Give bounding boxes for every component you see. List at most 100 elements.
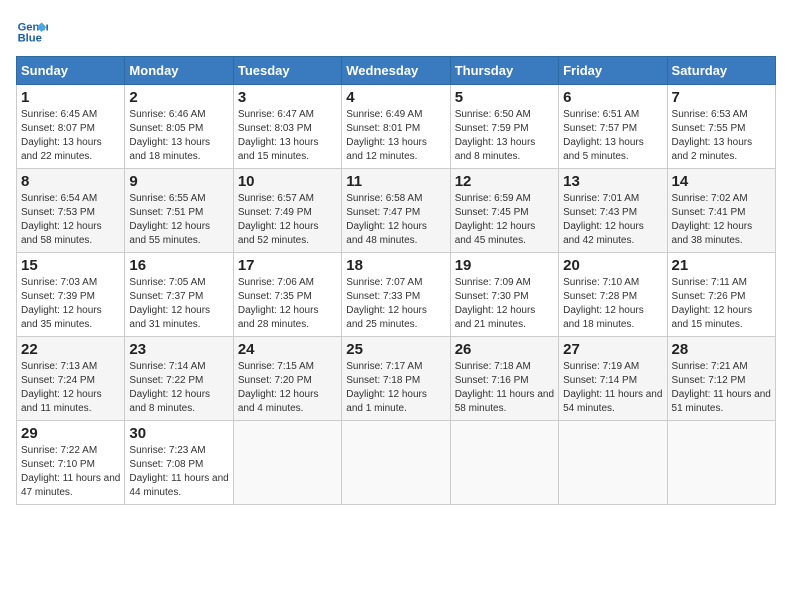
day-detail: Sunrise: 6:54 AMSunset: 7:53 PMDaylight:… — [21, 193, 102, 246]
day-number: 14 — [672, 173, 771, 190]
day-number: 24 — [238, 341, 337, 358]
day-detail: Sunrise: 6:59 AMSunset: 7:45 PMDaylight:… — [455, 193, 536, 246]
day-number: 16 — [129, 257, 228, 274]
day-number: 17 — [238, 257, 337, 274]
calendar-day-cell: 19 Sunrise: 7:09 AMSunset: 7:30 PMDaylig… — [450, 253, 558, 337]
day-number: 23 — [129, 341, 228, 358]
day-detail: Sunrise: 7:01 AMSunset: 7:43 PMDaylight:… — [563, 193, 644, 246]
calendar-day-cell: 5 Sunrise: 6:50 AMSunset: 7:59 PMDayligh… — [450, 85, 558, 169]
logo-icon: General Blue — [16, 16, 48, 48]
day-detail: Sunrise: 7:13 AMSunset: 7:24 PMDaylight:… — [21, 361, 102, 414]
day-detail: Sunrise: 7:09 AMSunset: 7:30 PMDaylight:… — [455, 277, 536, 330]
day-detail: Sunrise: 7:23 AMSunset: 7:08 PMDaylight:… — [129, 445, 228, 498]
calendar-day-cell: 30 Sunrise: 7:23 AMSunset: 7:08 PMDaylig… — [125, 421, 233, 505]
day-number: 1 — [21, 89, 120, 106]
col-header-friday: Friday — [559, 57, 667, 85]
calendar-day-cell: 28 Sunrise: 7:21 AMSunset: 7:12 PMDaylig… — [667, 337, 775, 421]
day-number: 15 — [21, 257, 120, 274]
col-header-tuesday: Tuesday — [233, 57, 341, 85]
calendar-day-cell: 12 Sunrise: 6:59 AMSunset: 7:45 PMDaylig… — [450, 169, 558, 253]
day-detail: Sunrise: 6:47 AMSunset: 8:03 PMDaylight:… — [238, 109, 319, 162]
svg-text:Blue: Blue — [18, 33, 42, 45]
calendar-day-cell: 4 Sunrise: 6:49 AMSunset: 8:01 PMDayligh… — [342, 85, 450, 169]
day-detail: Sunrise: 7:03 AMSunset: 7:39 PMDaylight:… — [21, 277, 102, 330]
day-number: 13 — [563, 173, 662, 190]
calendar-day-cell: 24 Sunrise: 7:15 AMSunset: 7:20 PMDaylig… — [233, 337, 341, 421]
calendar-table: SundayMondayTuesdayWednesdayThursdayFrid… — [16, 56, 776, 505]
calendar-day-cell: 9 Sunrise: 6:55 AMSunset: 7:51 PMDayligh… — [125, 169, 233, 253]
day-detail: Sunrise: 6:45 AMSunset: 8:07 PMDaylight:… — [21, 109, 102, 162]
day-number: 30 — [129, 425, 228, 442]
calendar-day-cell: 11 Sunrise: 6:58 AMSunset: 7:47 PMDaylig… — [342, 169, 450, 253]
col-header-sunday: Sunday — [17, 57, 125, 85]
day-number: 12 — [455, 173, 554, 190]
day-detail: Sunrise: 7:19 AMSunset: 7:14 PMDaylight:… — [563, 361, 662, 414]
col-header-monday: Monday — [125, 57, 233, 85]
calendar-week-row: 22 Sunrise: 7:13 AMSunset: 7:24 PMDaylig… — [17, 337, 776, 421]
calendar-day-cell: 27 Sunrise: 7:19 AMSunset: 7:14 PMDaylig… — [559, 337, 667, 421]
calendar-day-cell: 3 Sunrise: 6:47 AMSunset: 8:03 PMDayligh… — [233, 85, 341, 169]
logo: General Blue — [16, 16, 52, 48]
empty-cell — [450, 421, 558, 505]
day-number: 28 — [672, 341, 771, 358]
empty-cell — [342, 421, 450, 505]
day-detail: Sunrise: 7:07 AMSunset: 7:33 PMDaylight:… — [346, 277, 427, 330]
day-detail: Sunrise: 6:49 AMSunset: 8:01 PMDaylight:… — [346, 109, 427, 162]
day-number: 19 — [455, 257, 554, 274]
col-header-wednesday: Wednesday — [342, 57, 450, 85]
empty-cell — [559, 421, 667, 505]
calendar-week-row: 8 Sunrise: 6:54 AMSunset: 7:53 PMDayligh… — [17, 169, 776, 253]
calendar-week-row: 1 Sunrise: 6:45 AMSunset: 8:07 PMDayligh… — [17, 85, 776, 169]
calendar-day-cell: 8 Sunrise: 6:54 AMSunset: 7:53 PMDayligh… — [17, 169, 125, 253]
day-number: 3 — [238, 89, 337, 106]
day-detail: Sunrise: 7:06 AMSunset: 7:35 PMDaylight:… — [238, 277, 319, 330]
day-number: 20 — [563, 257, 662, 274]
day-number: 5 — [455, 89, 554, 106]
day-detail: Sunrise: 6:57 AMSunset: 7:49 PMDaylight:… — [238, 193, 319, 246]
calendar-week-row: 15 Sunrise: 7:03 AMSunset: 7:39 PMDaylig… — [17, 253, 776, 337]
day-detail: Sunrise: 7:02 AMSunset: 7:41 PMDaylight:… — [672, 193, 753, 246]
day-number: 9 — [129, 173, 228, 190]
day-number: 10 — [238, 173, 337, 190]
calendar-day-cell: 15 Sunrise: 7:03 AMSunset: 7:39 PMDaylig… — [17, 253, 125, 337]
day-number: 2 — [129, 89, 228, 106]
calendar-day-cell: 20 Sunrise: 7:10 AMSunset: 7:28 PMDaylig… — [559, 253, 667, 337]
calendar-day-cell: 1 Sunrise: 6:45 AMSunset: 8:07 PMDayligh… — [17, 85, 125, 169]
col-header-saturday: Saturday — [667, 57, 775, 85]
day-number: 29 — [21, 425, 120, 442]
calendar-day-cell: 22 Sunrise: 7:13 AMSunset: 7:24 PMDaylig… — [17, 337, 125, 421]
empty-cell — [667, 421, 775, 505]
day-detail: Sunrise: 6:50 AMSunset: 7:59 PMDaylight:… — [455, 109, 536, 162]
day-detail: Sunrise: 6:46 AMSunset: 8:05 PMDaylight:… — [129, 109, 210, 162]
col-header-thursday: Thursday — [450, 57, 558, 85]
day-detail: Sunrise: 6:58 AMSunset: 7:47 PMDaylight:… — [346, 193, 427, 246]
header: General Blue — [16, 16, 776, 48]
day-detail: Sunrise: 6:51 AMSunset: 7:57 PMDaylight:… — [563, 109, 644, 162]
day-detail: Sunrise: 7:22 AMSunset: 7:10 PMDaylight:… — [21, 445, 120, 498]
calendar-day-cell: 16 Sunrise: 7:05 AMSunset: 7:37 PMDaylig… — [125, 253, 233, 337]
day-detail: Sunrise: 7:17 AMSunset: 7:18 PMDaylight:… — [346, 361, 427, 414]
calendar-day-cell: 18 Sunrise: 7:07 AMSunset: 7:33 PMDaylig… — [342, 253, 450, 337]
day-detail: Sunrise: 7:11 AMSunset: 7:26 PMDaylight:… — [672, 277, 753, 330]
calendar-day-cell: 23 Sunrise: 7:14 AMSunset: 7:22 PMDaylig… — [125, 337, 233, 421]
calendar-day-cell: 6 Sunrise: 6:51 AMSunset: 7:57 PMDayligh… — [559, 85, 667, 169]
day-number: 18 — [346, 257, 445, 274]
calendar-day-cell: 10 Sunrise: 6:57 AMSunset: 7:49 PMDaylig… — [233, 169, 341, 253]
day-number: 11 — [346, 173, 445, 190]
calendar-header-row: SundayMondayTuesdayWednesdayThursdayFrid… — [17, 57, 776, 85]
day-number: 8 — [21, 173, 120, 190]
day-number: 6 — [563, 89, 662, 106]
calendar-day-cell: 26 Sunrise: 7:18 AMSunset: 7:16 PMDaylig… — [450, 337, 558, 421]
day-detail: Sunrise: 6:55 AMSunset: 7:51 PMDaylight:… — [129, 193, 210, 246]
day-detail: Sunrise: 7:14 AMSunset: 7:22 PMDaylight:… — [129, 361, 210, 414]
calendar-day-cell: 29 Sunrise: 7:22 AMSunset: 7:10 PMDaylig… — [17, 421, 125, 505]
calendar-day-cell: 7 Sunrise: 6:53 AMSunset: 7:55 PMDayligh… — [667, 85, 775, 169]
day-number: 21 — [672, 257, 771, 274]
calendar-day-cell: 14 Sunrise: 7:02 AMSunset: 7:41 PMDaylig… — [667, 169, 775, 253]
empty-cell — [233, 421, 341, 505]
day-detail: Sunrise: 7:21 AMSunset: 7:12 PMDaylight:… — [672, 361, 771, 414]
day-detail: Sunrise: 7:05 AMSunset: 7:37 PMDaylight:… — [129, 277, 210, 330]
day-number: 22 — [21, 341, 120, 358]
day-number: 27 — [563, 341, 662, 358]
calendar-day-cell: 2 Sunrise: 6:46 AMSunset: 8:05 PMDayligh… — [125, 85, 233, 169]
